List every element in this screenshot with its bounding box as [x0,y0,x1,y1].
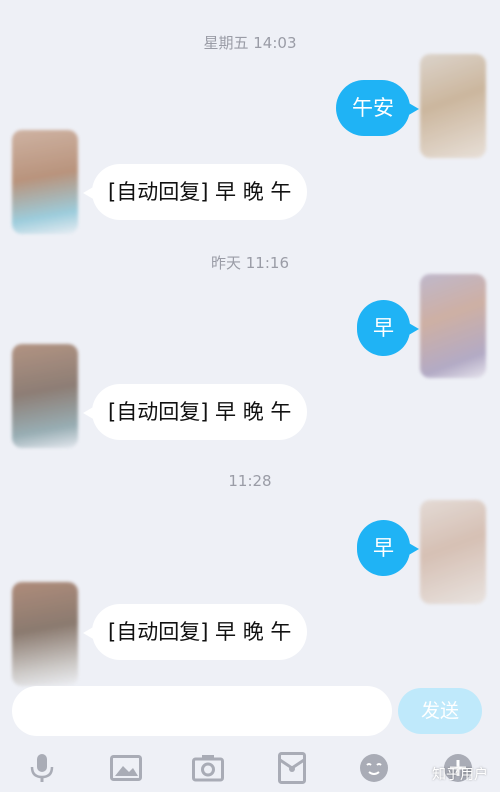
message-input[interactable] [12,686,392,736]
avatar-self[interactable] [420,274,486,378]
send-button[interactable]: 发送 [398,688,482,734]
avatar-contact[interactable] [12,344,78,448]
watermark: 知乎用户 [432,767,488,783]
microphone-icon[interactable] [22,748,62,788]
avatar-self[interactable] [420,54,486,158]
timestamp-2: 昨天 11:16 [211,254,289,272]
timestamp-3: 11:28 [228,472,272,490]
timestamp-1: 星期五 14:03 [203,34,297,52]
emoji-icon[interactable] [354,748,394,788]
message-outgoing[interactable]: 早 [357,520,419,576]
message-outgoing[interactable]: 午安 [336,80,419,136]
red-envelope-icon[interactable] [272,748,312,788]
avatar-contact[interactable] [12,582,78,686]
message-incoming[interactable]: [自动回复] 早 晚 午 [82,384,308,440]
message-incoming[interactable]: [自动回复] 早 晚 午 [82,164,308,220]
avatar-contact[interactable] [12,130,78,234]
image-icon[interactable] [106,748,146,788]
input-toolbar [0,744,500,792]
message-incoming[interactable]: [自动回复] 早 晚 午 [82,604,308,660]
avatar-self[interactable] [420,500,486,604]
message-outgoing[interactable]: 早 [357,300,419,356]
camera-icon[interactable] [188,748,228,788]
